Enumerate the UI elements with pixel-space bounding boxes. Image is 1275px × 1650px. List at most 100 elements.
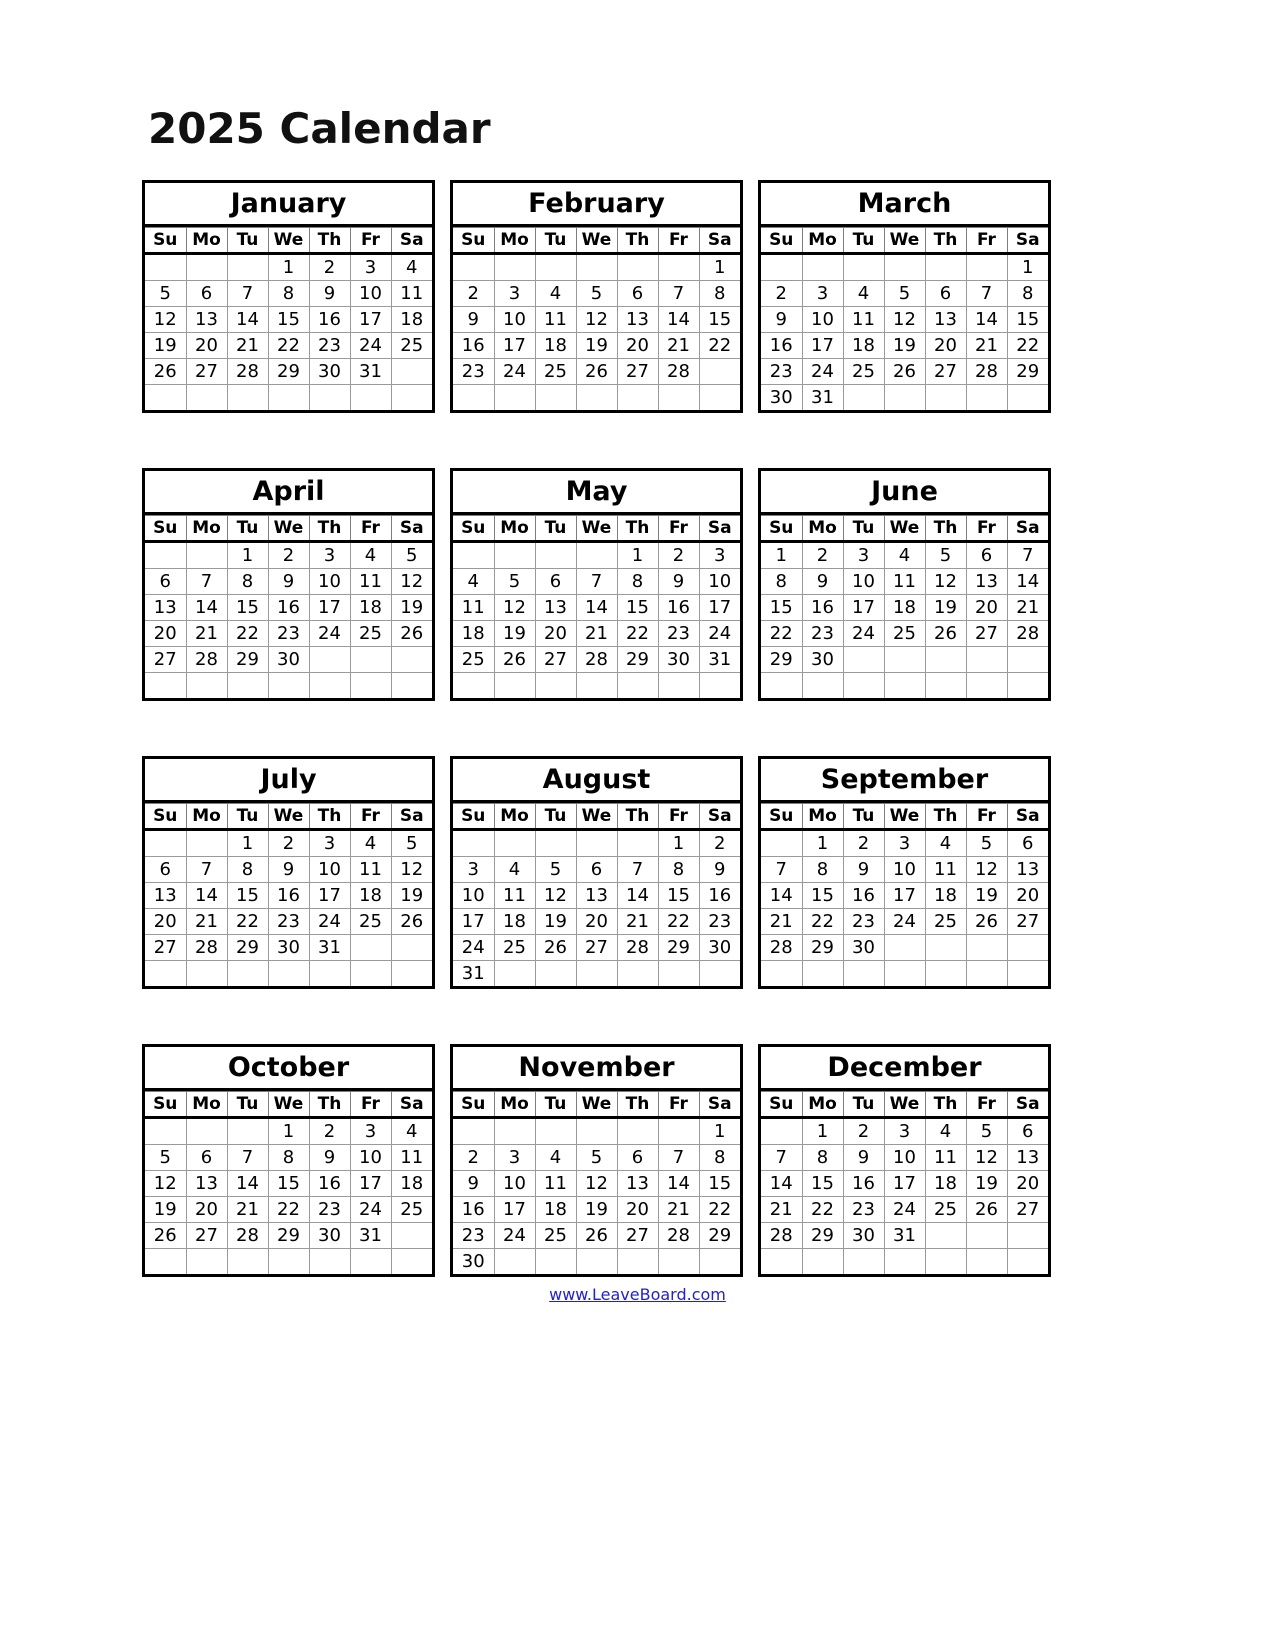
day-cell[interactable]: 18 — [924, 1170, 967, 1197]
day-cell[interactable]: 1 — [226, 829, 269, 857]
day-cell[interactable]: 7 — [226, 1144, 269, 1171]
day-cell[interactable]: 7 — [185, 856, 228, 883]
day-cell[interactable]: 31 — [801, 384, 844, 410]
day-cell[interactable]: 5 — [965, 1117, 1008, 1145]
day-cell[interactable]: 6 — [575, 856, 618, 883]
day-cell[interactable]: 26 — [145, 358, 187, 385]
day-cell[interactable]: 27 — [145, 646, 187, 673]
day-cell[interactable]: 9 — [698, 856, 740, 883]
day-cell[interactable]: 7 — [657, 1144, 700, 1171]
day-cell[interactable]: 1 — [657, 829, 700, 857]
day-cell[interactable]: 14 — [616, 882, 659, 909]
day-cell[interactable]: 2 — [761, 280, 803, 307]
day-cell[interactable]: 13 — [965, 568, 1008, 595]
day-cell[interactable]: 27 — [924, 358, 967, 385]
day-cell[interactable]: 7 — [185, 568, 228, 595]
day-cell[interactable]: 28 — [761, 934, 803, 961]
day-cell[interactable]: 18 — [842, 332, 885, 359]
day-cell[interactable]: 26 — [390, 908, 432, 935]
day-cell[interactable]: 10 — [842, 568, 885, 595]
day-cell[interactable]: 24 — [801, 358, 844, 385]
day-cell[interactable]: 24 — [453, 934, 495, 961]
day-cell[interactable]: 16 — [842, 1170, 885, 1197]
day-cell[interactable]: 21 — [226, 332, 269, 359]
day-cell[interactable]: 24 — [883, 1196, 926, 1223]
day-cell[interactable]: 16 — [453, 332, 495, 359]
day-cell[interactable]: 6 — [1006, 829, 1048, 857]
day-cell[interactable]: 1 — [267, 253, 310, 281]
day-cell[interactable]: 11 — [842, 306, 885, 333]
day-cell[interactable]: 23 — [801, 620, 844, 647]
leaveboard-website-link[interactable]: www.LeaveBoard.com — [0, 1285, 1275, 1304]
day-cell[interactable]: 21 — [761, 908, 803, 935]
day-cell[interactable]: 14 — [761, 1170, 803, 1197]
day-cell[interactable]: 31 — [308, 934, 351, 961]
day-cell[interactable]: 25 — [453, 646, 495, 673]
day-cell[interactable]: 11 — [924, 1144, 967, 1171]
day-cell[interactable]: 14 — [657, 306, 700, 333]
day-cell[interactable]: 26 — [575, 1222, 618, 1249]
day-cell[interactable]: 4 — [493, 856, 536, 883]
day-cell[interactable]: 29 — [267, 358, 310, 385]
day-cell[interactable]: 26 — [924, 620, 967, 647]
day-cell[interactable]: 18 — [924, 882, 967, 909]
day-cell[interactable]: 28 — [185, 646, 228, 673]
day-cell[interactable]: 12 — [390, 856, 432, 883]
day-cell[interactable]: 1 — [761, 541, 803, 569]
day-cell[interactable]: 7 — [965, 280, 1008, 307]
day-cell[interactable]: 22 — [698, 1196, 740, 1223]
day-cell[interactable]: 10 — [801, 306, 844, 333]
day-cell[interactable]: 27 — [185, 358, 228, 385]
day-cell[interactable]: 4 — [534, 280, 577, 307]
day-cell[interactable]: 30 — [842, 934, 885, 961]
day-cell[interactable]: 30 — [801, 646, 844, 673]
day-cell[interactable]: 14 — [226, 306, 269, 333]
day-cell[interactable]: 19 — [145, 332, 187, 359]
day-cell[interactable]: 29 — [801, 934, 844, 961]
day-cell[interactable]: 13 — [1006, 856, 1048, 883]
day-cell[interactable]: 28 — [226, 358, 269, 385]
day-cell[interactable]: 3 — [493, 280, 536, 307]
day-cell[interactable]: 10 — [349, 1144, 392, 1171]
day-cell[interactable]: 26 — [883, 358, 926, 385]
day-cell[interactable]: 23 — [308, 1196, 351, 1223]
day-cell[interactable]: 23 — [453, 1222, 495, 1249]
day-cell[interactable]: 27 — [575, 934, 618, 961]
day-cell[interactable]: 21 — [761, 1196, 803, 1223]
day-cell[interactable]: 1 — [616, 541, 659, 569]
day-cell[interactable]: 21 — [1006, 594, 1048, 621]
day-cell[interactable]: 5 — [883, 280, 926, 307]
day-cell[interactable]: 28 — [761, 1222, 803, 1249]
day-cell[interactable]: 20 — [1006, 882, 1048, 909]
day-cell[interactable]: 6 — [185, 1144, 228, 1171]
day-cell[interactable]: 23 — [698, 908, 740, 935]
day-cell[interactable]: 17 — [308, 594, 351, 621]
day-cell[interactable]: 2 — [842, 1117, 885, 1145]
day-cell[interactable]: 23 — [453, 358, 495, 385]
day-cell[interactable]: 20 — [185, 332, 228, 359]
day-cell[interactable]: 22 — [657, 908, 700, 935]
day-cell[interactable]: 28 — [1006, 620, 1048, 647]
day-cell[interactable]: 29 — [698, 1222, 740, 1249]
day-cell[interactable]: 14 — [965, 306, 1008, 333]
day-cell[interactable]: 3 — [493, 1144, 536, 1171]
day-cell[interactable]: 20 — [1006, 1170, 1048, 1197]
day-cell[interactable]: 24 — [349, 1196, 392, 1223]
day-cell[interactable]: 21 — [185, 620, 228, 647]
day-cell[interactable]: 25 — [924, 908, 967, 935]
day-cell[interactable]: 10 — [308, 568, 351, 595]
day-cell[interactable]: 8 — [267, 280, 310, 307]
day-cell[interactable]: 19 — [390, 882, 432, 909]
day-cell[interactable]: 13 — [185, 306, 228, 333]
day-cell[interactable]: 4 — [924, 1117, 967, 1145]
day-cell[interactable]: 2 — [657, 541, 700, 569]
day-cell[interactable]: 30 — [308, 1222, 351, 1249]
day-cell[interactable]: 28 — [657, 1222, 700, 1249]
day-cell[interactable]: 26 — [965, 1196, 1008, 1223]
day-cell[interactable]: 22 — [801, 1196, 844, 1223]
day-cell[interactable]: 23 — [842, 1196, 885, 1223]
day-cell[interactable]: 3 — [308, 541, 351, 569]
day-cell[interactable]: 24 — [493, 358, 536, 385]
day-cell[interactable]: 5 — [390, 829, 432, 857]
day-cell[interactable]: 28 — [616, 934, 659, 961]
